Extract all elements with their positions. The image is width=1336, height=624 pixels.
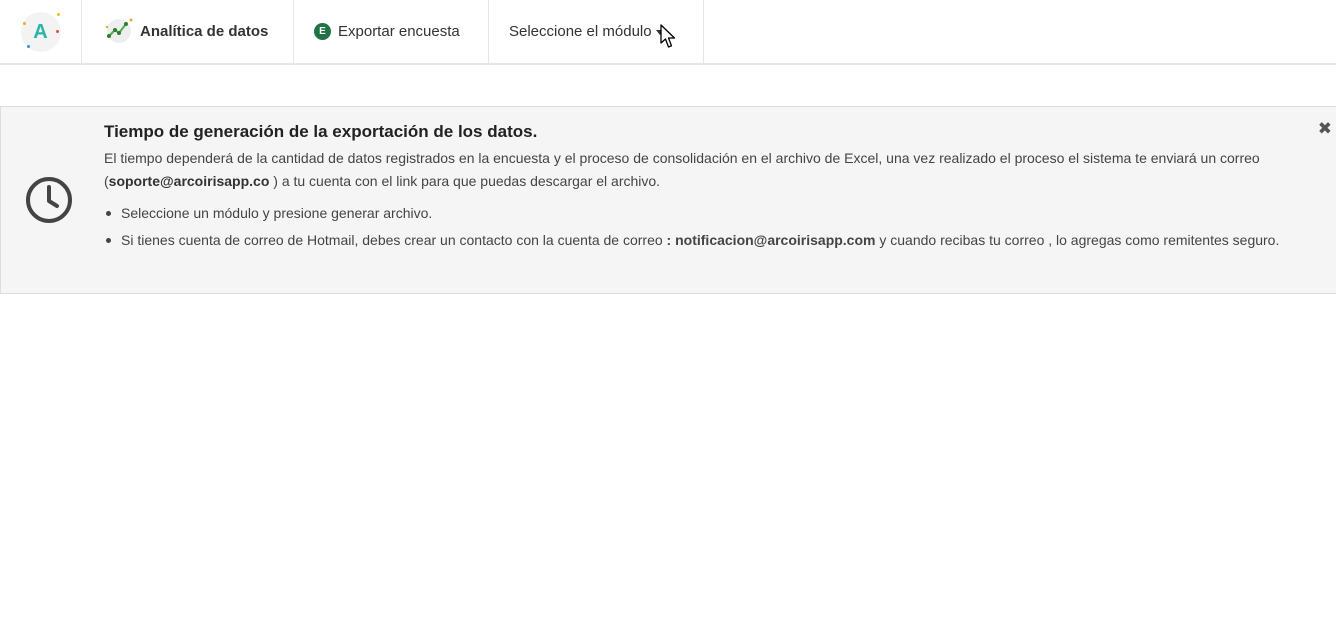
nav-item-analytics[interactable]: Analítica de datos [82,0,294,63]
bullet2-colon: : [666,232,672,248]
notification-email: notificacion@arcoirisapp.com [675,232,876,248]
nav-item-analytics-label: Analítica de datos [140,23,269,40]
alert-description-part2: ) a tu cuenta con el link para que pueda… [269,173,661,189]
alert-title: Tiempo de generación de la exportación d… [104,122,538,141]
brand-logo-link[interactable]: A [0,0,82,63]
excel-icon: E [314,23,331,40]
alert-description: El tiempo dependerá de la cantidad de da… [104,147,1314,193]
nav-item-export-survey[interactable]: E Exportar encuesta [294,0,489,63]
nav-item-export-label: Exportar encuesta [338,23,460,40]
bullet2-text-part2: y cuando recibas tu correo , lo agregas … [875,232,1280,248]
support-email: soporte@arcoirisapp.co [108,173,270,189]
brand-logo: A [20,11,61,52]
list-item: Si tienes cuenta de correo de Hotmail, d… [104,229,1314,252]
alert-content: Tiempo de generación de la exportación d… [104,122,1314,256]
analytics-chart-icon [104,17,134,47]
alert-close-icon[interactable]: ✖ [1318,120,1332,137]
list-item: Seleccione un módulo y presione generar … [104,202,1314,225]
brand-letter: A [33,20,48,43]
bullet2-text-part1: Si tienes cuenta de correo de Hotmail, d… [121,232,667,248]
module-select-label: Seleccione el módulo [509,23,652,40]
mouse-cursor-icon [660,24,678,55]
alert-instructions-list: Seleccione un módulo y presione generar … [104,202,1314,252]
clock-icon [24,175,74,230]
